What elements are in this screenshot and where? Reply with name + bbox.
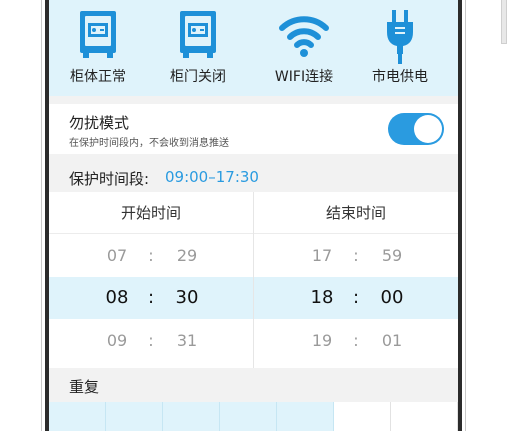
phone-frame-right	[455, 0, 507, 431]
status-door-closed: 柜门关闭	[153, 0, 243, 96]
day-toggle[interactable]	[334, 402, 391, 431]
picker-row[interactable]: 07 : 29	[49, 235, 253, 277]
dnd-title: 勿扰模式	[69, 114, 130, 132]
time-separator: :	[148, 331, 154, 350]
picker-row-selected[interactable]: 08 : 30	[49, 277, 253, 319]
status-label: WIFI连接	[274, 69, 334, 85]
time-separator: :	[148, 246, 154, 265]
power-plug-icon	[383, 10, 417, 68]
start-time-header: 开始时间	[49, 192, 253, 234]
status-label: 柜体正常	[70, 69, 126, 85]
repeat-label: 重复	[69, 378, 100, 396]
hour-value: 18	[310, 287, 334, 308]
time-picker: 开始时间 07 : 29 08 : 30 09 : 31 结束时间 17 : 5…	[49, 192, 458, 368]
status-label: 市电供电	[372, 69, 428, 85]
phone-side-button	[501, 0, 507, 44]
picker-row[interactable]: 17 : 59	[254, 235, 458, 277]
wifi-icon	[279, 14, 329, 62]
phone-bezel-right	[458, 0, 462, 431]
hour-value: 17	[311, 246, 333, 265]
minute-value: 00	[380, 287, 404, 308]
phone-edge-left	[41, 0, 42, 431]
dnd-subtitle: 在保护时间段内，不会收到消息推送	[69, 138, 229, 149]
repeat-row: 重复	[49, 368, 458, 402]
minute-value: 30	[175, 287, 199, 308]
do-not-disturb-row: 勿扰模式 在保护时间段内，不会收到消息推送	[49, 104, 458, 154]
hour-value: 19	[311, 331, 333, 350]
cabinet-icon	[78, 10, 118, 64]
hour-value: 09	[106, 331, 128, 350]
minute-value: 31	[176, 331, 198, 350]
protect-period-row: 保护时间段: 09:00–17:30	[49, 162, 458, 192]
status-label: 柜门关闭	[170, 69, 226, 85]
status-cabinet-normal: 柜体正常	[53, 0, 143, 96]
hour-value: 07	[106, 246, 128, 265]
end-time-header: 结束时间	[254, 192, 458, 234]
phone-edge-right	[465, 0, 466, 431]
time-separator: :	[352, 287, 360, 308]
status-mains-power: 市电供电	[355, 0, 445, 96]
day-toggle[interactable]	[391, 402, 458, 431]
picker-row[interactable]: 19 : 01	[254, 320, 458, 362]
app-screen: 柜体正常 柜门关闭 WIFI连接 市电供电 勿扰模式 在保护时间段内，不会收到消…	[49, 0, 458, 431]
day-toggle[interactable]	[106, 402, 163, 431]
day-toggle[interactable]	[220, 402, 277, 431]
status-wifi: WIFI连接	[259, 0, 349, 96]
minute-value: 29	[176, 246, 198, 265]
protect-period-value: 09:00–17:30	[165, 168, 259, 186]
minute-value: 59	[381, 246, 403, 265]
start-time-column[interactable]: 开始时间 07 : 29 08 : 30 09 : 31	[49, 192, 253, 368]
toggle-knob	[414, 115, 442, 143]
day-toggle[interactable]	[163, 402, 220, 431]
device-status-bar: 柜体正常 柜门关闭 WIFI连接 市电供电	[49, 0, 458, 96]
day-toggle[interactable]	[49, 402, 106, 431]
time-separator: :	[353, 331, 359, 350]
hour-value: 08	[105, 287, 129, 308]
minute-value: 01	[381, 331, 403, 350]
protect-period-label: 保护时间段:	[69, 170, 150, 188]
repeat-day-selector	[49, 402, 458, 431]
time-separator: :	[147, 287, 155, 308]
picker-row-selected[interactable]: 18 : 00	[254, 277, 458, 319]
day-toggle[interactable]	[277, 402, 334, 431]
dnd-toggle[interactable]	[388, 113, 444, 145]
cabinet-door-icon	[178, 10, 218, 64]
picker-row[interactable]: 09 : 31	[49, 320, 253, 362]
end-time-column[interactable]: 结束时间 17 : 59 18 : 00 19 : 01	[254, 192, 458, 368]
time-separator: :	[353, 246, 359, 265]
